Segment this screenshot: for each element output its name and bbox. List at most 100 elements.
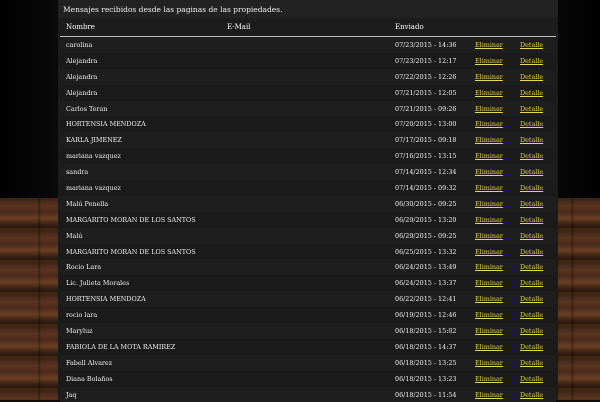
cell-delete: Eliminar: [469, 371, 514, 387]
delete-link[interactable]: Eliminar: [475, 152, 503, 160]
delete-link[interactable]: Eliminar: [475, 73, 503, 81]
cell-delete: Eliminar: [469, 164, 514, 180]
table-row: Malú06/29/2015 - 09:25EliminarDetalle: [60, 228, 556, 244]
cell-name: rocio lara: [60, 307, 221, 323]
delete-link[interactable]: Eliminar: [475, 41, 503, 49]
cell-detail: Detalle: [514, 85, 556, 101]
delete-link[interactable]: Eliminar: [475, 216, 503, 224]
delete-link[interactable]: Eliminar: [475, 375, 503, 383]
detail-link[interactable]: Detalle: [520, 279, 543, 287]
cell-name: carolina: [60, 37, 221, 53]
detail-link[interactable]: Detalle: [520, 359, 543, 367]
delete-link[interactable]: Eliminar: [475, 136, 503, 144]
detail-link[interactable]: Detalle: [520, 105, 543, 113]
table-row: Rocio Lara06/24/2015 - 13:49EliminarDeta…: [60, 259, 556, 275]
cell-detail: Detalle: [514, 259, 556, 275]
delete-link[interactable]: Eliminar: [475, 279, 503, 287]
table-row: Malú Penella06/30/2015 - 09:25EliminarDe…: [60, 196, 556, 212]
table-row: Diana Bolaños06/18/2015 - 13:23EliminarD…: [60, 371, 556, 387]
detail-link[interactable]: Detalle: [520, 200, 543, 208]
detail-link[interactable]: Detalle: [520, 375, 543, 383]
cell-name: Maryluz: [60, 323, 221, 339]
delete-link[interactable]: Eliminar: [475, 327, 503, 335]
cell-email: [221, 259, 389, 275]
detail-link[interactable]: Detalle: [520, 73, 543, 81]
detail-link[interactable]: Detalle: [520, 216, 543, 224]
cell-email: [221, 164, 389, 180]
detail-link[interactable]: Detalle: [520, 311, 543, 319]
cell-detail: Detalle: [514, 180, 556, 196]
delete-link[interactable]: Eliminar: [475, 391, 503, 399]
cell-email: [221, 371, 389, 387]
messages-panel: Mensajes recibidos desde las paginas de …: [58, 0, 558, 400]
detail-link[interactable]: Detalle: [520, 232, 543, 240]
detail-link[interactable]: Detalle: [520, 120, 543, 128]
table-header-row: Nombre E-Mail Enviado: [60, 18, 556, 37]
detail-link[interactable]: Detalle: [520, 152, 543, 160]
cell-email: [221, 323, 389, 339]
detail-link[interactable]: Detalle: [520, 343, 543, 351]
column-header-detail: [514, 18, 556, 37]
delete-link[interactable]: Eliminar: [475, 263, 503, 271]
cell-sent: 07/21/2015 - 12:05: [389, 85, 469, 101]
delete-link[interactable]: Eliminar: [475, 232, 503, 240]
table-row: KARLA JIMENEZ07/17/2015 - 09:18EliminarD…: [60, 132, 556, 148]
cell-delete: Eliminar: [469, 180, 514, 196]
detail-link[interactable]: Detalle: [520, 41, 543, 49]
table-row: MARGARITO MORAN DE LOS SANTOS06/25/2015 …: [60, 244, 556, 260]
cell-detail: Detalle: [514, 371, 556, 387]
detail-link[interactable]: Detalle: [520, 248, 543, 256]
cell-email: [221, 180, 389, 196]
cell-email: [221, 228, 389, 244]
delete-link[interactable]: Eliminar: [475, 168, 503, 176]
delete-link[interactable]: Eliminar: [475, 200, 503, 208]
cell-sent: 06/29/2015 - 13:20: [389, 212, 469, 228]
cell-detail: Detalle: [514, 116, 556, 132]
detail-link[interactable]: Detalle: [520, 327, 543, 335]
cell-email: [221, 307, 389, 323]
table-row: Alejandra07/22/2015 - 12:26EliminarDetal…: [60, 69, 556, 85]
delete-link[interactable]: Eliminar: [475, 120, 503, 128]
table-row: rocio lara06/19/2015 - 12:46EliminarDeta…: [60, 307, 556, 323]
cell-name: MARGARITO MORAN DE LOS SANTOS: [60, 244, 221, 260]
detail-link[interactable]: Detalle: [520, 57, 543, 65]
detail-link[interactable]: Detalle: [520, 184, 543, 192]
cell-delete: Eliminar: [469, 85, 514, 101]
cell-name: Fabell Alvarez: [60, 355, 221, 371]
cell-name: FABIOLA DE LA MOTA RAMIREZ: [60, 339, 221, 355]
delete-link[interactable]: Eliminar: [475, 359, 503, 367]
detail-link[interactable]: Detalle: [520, 263, 543, 271]
detail-link[interactable]: Detalle: [520, 136, 543, 144]
cell-name: Diana Bolaños: [60, 371, 221, 387]
column-header-email: E-Mail: [221, 18, 389, 37]
cell-name: Rocio Lara: [60, 259, 221, 275]
table-row: sandra07/14/2015 - 12:34EliminarDetalle: [60, 164, 556, 180]
detail-link[interactable]: Detalle: [520, 295, 543, 303]
delete-link[interactable]: Eliminar: [475, 89, 503, 97]
cell-detail: Detalle: [514, 212, 556, 228]
delete-link[interactable]: Eliminar: [475, 295, 503, 303]
delete-link[interactable]: Eliminar: [475, 184, 503, 192]
cell-sent: 06/18/2015 - 13:25: [389, 355, 469, 371]
cell-sent: 07/14/2015 - 09:32: [389, 180, 469, 196]
delete-link[interactable]: Eliminar: [475, 105, 503, 113]
table-row: HORTENSIA MENDOZA06/22/2015 - 12:41Elimi…: [60, 291, 556, 307]
detail-link[interactable]: Detalle: [520, 168, 543, 176]
delete-link[interactable]: Eliminar: [475, 248, 503, 256]
cell-sent: 06/29/2015 - 09:25: [389, 228, 469, 244]
cell-name: Carlos Teran: [60, 101, 221, 117]
table-row: Alejandra07/21/2015 - 12:05EliminarDetal…: [60, 85, 556, 101]
cell-detail: Detalle: [514, 37, 556, 53]
delete-link[interactable]: Eliminar: [475, 57, 503, 65]
cell-name: HORTENSIA MENDOZA: [60, 116, 221, 132]
cell-detail: Detalle: [514, 148, 556, 164]
cell-name: Alejandra: [60, 69, 221, 85]
cell-delete: Eliminar: [469, 101, 514, 117]
delete-link[interactable]: Eliminar: [475, 311, 503, 319]
detail-link[interactable]: Detalle: [520, 391, 543, 399]
cell-delete: Eliminar: [469, 323, 514, 339]
cell-detail: Detalle: [514, 228, 556, 244]
delete-link[interactable]: Eliminar: [475, 343, 503, 351]
cell-email: [221, 196, 389, 212]
detail-link[interactable]: Detalle: [520, 89, 543, 97]
